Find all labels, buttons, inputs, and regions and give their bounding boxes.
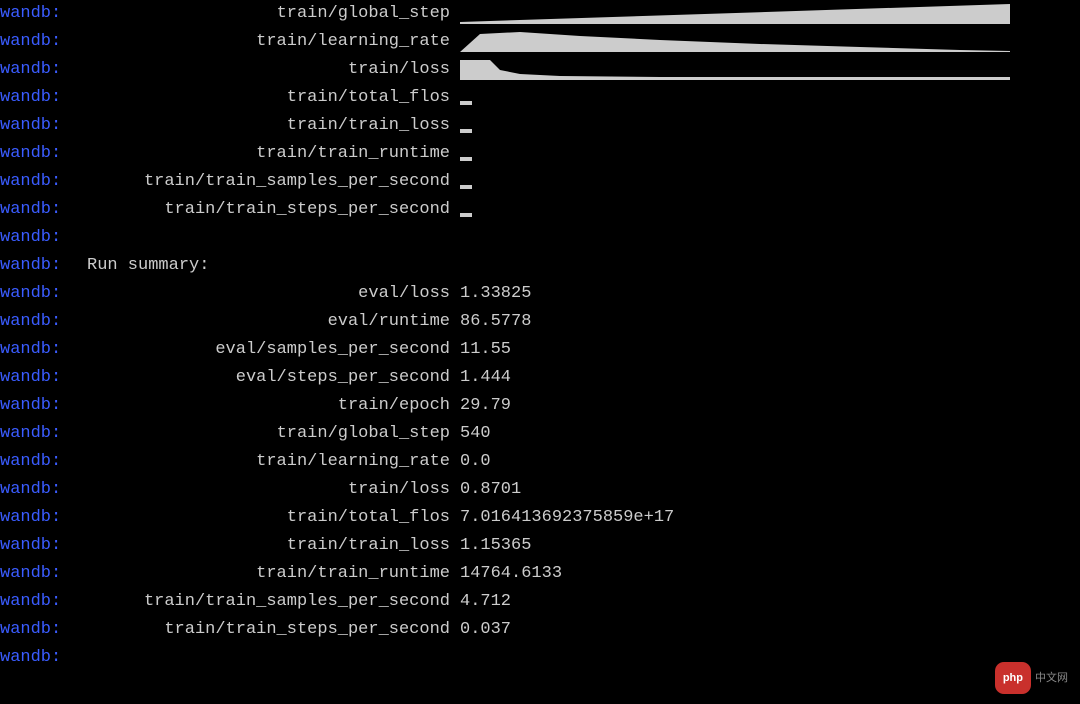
wandb-prefix: wandb: <box>0 420 75 448</box>
metric-name: train/global_step <box>75 0 460 28</box>
summary-row: wandb:eval/steps_per_second1.444 <box>0 364 1080 392</box>
wandb-prefix: wandb: <box>0 280 75 308</box>
wandb-prefix: wandb: <box>0 224 75 252</box>
metric-name: train/total_flos <box>75 84 460 112</box>
metric-value: 14764.6133 <box>460 560 562 588</box>
history-row: wandb:train/learning_rate <box>0 28 1080 56</box>
wandb-prefix: wandb: <box>0 476 75 504</box>
sparkline <box>460 200 1010 220</box>
summary-row: wandb:train/train_steps_per_second0.037 <box>0 616 1080 644</box>
metric-value: 1.33825 <box>460 280 531 308</box>
summary-row: wandb:train/loss0.8701 <box>0 476 1080 504</box>
metric-name: eval/samples_per_second <box>75 336 460 364</box>
metric-name: train/train_runtime <box>75 560 460 588</box>
history-row: wandb:train/train_runtime <box>0 140 1080 168</box>
metric-value: 7.016413692375859e+17 <box>460 504 674 532</box>
history-row: wandb:train/train_loss <box>0 112 1080 140</box>
wandb-prefix: wandb: <box>0 168 75 196</box>
summary-row: wandb:train/learning_rate0.0 <box>0 448 1080 476</box>
metric-name: train/epoch <box>75 392 460 420</box>
metric-value: 29.79 <box>460 392 511 420</box>
metric-name: train/loss <box>75 476 460 504</box>
metric-name: train/train_runtime <box>75 140 460 168</box>
metric-name: train/learning_rate <box>75 448 460 476</box>
history-row: wandb:train/global_step <box>0 0 1080 28</box>
metric-value: 0.037 <box>460 616 511 644</box>
wandb-prefix: wandb: <box>0 392 75 420</box>
metric-name: eval/loss <box>75 280 460 308</box>
sparkline <box>460 32 1010 52</box>
wandb-prefix: wandb: <box>0 0 75 28</box>
summary-row: wandb:eval/loss1.33825 <box>0 280 1080 308</box>
sparkline <box>460 60 1010 80</box>
history-row: wandb:train/train_steps_per_second <box>0 196 1080 224</box>
wandb-prefix: wandb: <box>0 364 75 392</box>
metric-value: 11.55 <box>460 336 511 364</box>
summary-row: wandb:eval/runtime86.5778 <box>0 308 1080 336</box>
metric-value: 1.15365 <box>460 532 531 560</box>
metric-name: train/train_samples_per_second <box>75 168 460 196</box>
watermark-text: 中文网 <box>1035 664 1068 692</box>
summary-row: wandb:train/train_samples_per_second4.71… <box>0 588 1080 616</box>
wandb-prefix: wandb: <box>0 112 75 140</box>
metric-name: train/train_loss <box>75 112 460 140</box>
watermark-badge: php <box>995 662 1031 694</box>
metric-name: train/train_loss <box>75 532 460 560</box>
metric-name: train/total_flos <box>75 504 460 532</box>
metric-value: 0.0 <box>460 448 491 476</box>
blank-row: wandb: <box>0 224 1080 252</box>
wandb-prefix: wandb: <box>0 616 75 644</box>
metric-name: eval/runtime <box>75 308 460 336</box>
summary-row: wandb:train/total_flos7.016413692375859e… <box>0 504 1080 532</box>
wandb-prefix: wandb: <box>0 504 75 532</box>
sparkline <box>460 172 1010 192</box>
sparkline <box>460 116 1010 136</box>
sparkline <box>460 4 1010 24</box>
wandb-prefix: wandb: <box>0 560 75 588</box>
terminal-output: wandb:train/global_stepwandb:train/learn… <box>0 0 1080 672</box>
wandb-prefix: wandb: <box>0 448 75 476</box>
blank-row: wandb: <box>0 644 1080 672</box>
wandb-prefix: wandb: <box>0 252 75 280</box>
summary-row: wandb:train/train_runtime14764.6133 <box>0 560 1080 588</box>
wandb-prefix: wandb: <box>0 28 75 56</box>
summary-row: wandb:train/global_step540 <box>0 420 1080 448</box>
metric-name: train/train_steps_per_second <box>75 616 460 644</box>
metric-value: 86.5778 <box>460 308 531 336</box>
wandb-prefix: wandb: <box>0 532 75 560</box>
wandb-prefix: wandb: <box>0 644 75 672</box>
metric-name: train/global_step <box>75 420 460 448</box>
wandb-prefix: wandb: <box>0 308 75 336</box>
history-row: wandb:train/total_flos <box>0 84 1080 112</box>
metric-value: 540 <box>460 420 491 448</box>
wandb-prefix: wandb: <box>0 336 75 364</box>
summary-row: wandb:train/epoch29.79 <box>0 392 1080 420</box>
metric-name: train/loss <box>75 56 460 84</box>
history-row: wandb:train/loss <box>0 56 1080 84</box>
watermark: php 中文网 <box>995 662 1068 694</box>
metric-name: train/learning_rate <box>75 28 460 56</box>
wandb-prefix: wandb: <box>0 140 75 168</box>
sparkline <box>460 88 1010 108</box>
wandb-prefix: wandb: <box>0 196 75 224</box>
summary-row: wandb:eval/samples_per_second11.55 <box>0 336 1080 364</box>
wandb-prefix: wandb: <box>0 588 75 616</box>
run-summary-label: Run summary: <box>75 252 209 280</box>
metric-value: 4.712 <box>460 588 511 616</box>
wandb-prefix: wandb: <box>0 84 75 112</box>
wandb-prefix: wandb: <box>0 56 75 84</box>
history-row: wandb:train/train_samples_per_second <box>0 168 1080 196</box>
summary-row: wandb:train/train_loss1.15365 <box>0 532 1080 560</box>
run-summary-header: wandb:Run summary: <box>0 252 1080 280</box>
metric-name: eval/steps_per_second <box>75 364 460 392</box>
metric-name: train/train_steps_per_second <box>75 196 460 224</box>
sparkline <box>460 144 1010 164</box>
metric-value: 1.444 <box>460 364 511 392</box>
metric-name: train/train_samples_per_second <box>75 588 460 616</box>
metric-value: 0.8701 <box>460 476 521 504</box>
